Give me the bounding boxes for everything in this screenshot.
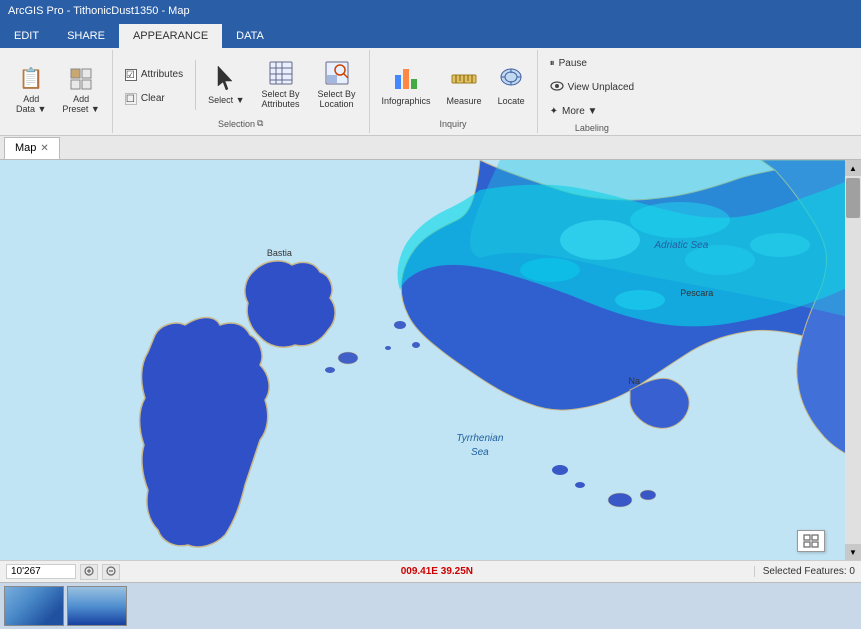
add-preset-label: AddPreset ▼ [62,94,99,114]
ribbon-panel: 📋 AddData ▼ AddPreset ▼ [0,48,861,136]
title-bar: ArcGIS Pro - TithonicDust1350 - Map [0,0,861,22]
more-button[interactable]: ✦ More ▼ [544,100,604,122]
select-icon [214,64,238,92]
map-svg [0,160,861,560]
selection-expander[interactable]: ⧉ [257,118,263,129]
attributes-label: Attributes [141,69,183,80]
status-selected-features: Selected Features: 0 [754,566,855,577]
measure-icon [451,65,477,93]
map-tab-close[interactable]: ✕ [40,143,48,154]
measure-label: Measure [447,96,482,106]
map-tab-bar: Map ✕ [0,136,861,160]
group-inquiry-content: Infographics Measure [376,52,531,118]
group-labeling-content: ⏸ Pause View Unplaced ✦ More ▼ [544,52,641,122]
map-tab[interactable]: Map ✕ [4,137,60,159]
group-layer-label [10,128,106,131]
add-data-label: AddData ▼ [16,94,46,114]
group-selection-label: Selection ⧉ [119,117,363,131]
expand-button[interactable] [797,530,825,552]
view-unplaced-icon [550,79,564,96]
view-unplaced-button[interactable]: View Unplaced [544,76,641,98]
ribbon-group-inquiry: Infographics Measure [370,50,538,133]
map-tab-label: Map [15,142,36,154]
group-inquiry-label: Inquiry [376,118,531,131]
select-button[interactable]: Select ▼ [202,55,250,115]
infographics-label: Infographics [382,96,431,106]
locate-icon [498,65,524,93]
thumbnail-strip [0,582,861,629]
ribbon-tabs: EDIT SHARE APPEARANCE DATA [0,22,861,48]
checkbox-attributes: ☑ [125,69,137,81]
measure-button[interactable]: Measure [441,55,488,115]
select-by-attributes-button[interactable]: Select ByAttributes [255,55,307,115]
scale-input[interactable] [6,564,76,579]
add-data-button[interactable]: 📋 AddData ▼ [10,60,52,120]
locate-button[interactable]: Locate [492,55,531,115]
select-label: Select ▼ [208,95,244,105]
clear-label: Clear [141,93,165,104]
group-layer-content: 📋 AddData ▼ AddPreset ▼ [10,52,106,128]
ribbon-group-selection: ☑ Attributes ☐ Clear Select ▼ [113,50,370,133]
add-preset-button[interactable]: AddPreset ▼ [56,60,105,120]
tab-share[interactable]: SHARE [53,24,119,48]
pause-button[interactable]: ⏸ Pause [544,52,593,74]
status-scale-group [6,564,120,580]
pause-label: Pause [559,58,587,69]
group-labeling-label: Labeling [544,122,641,135]
thumbnail-1[interactable] [4,586,64,626]
ribbon-group-layer: 📋 AddData ▼ AddPreset ▼ [4,50,113,133]
zoom-in-button[interactable] [80,564,98,580]
tab-appearance[interactable]: APPEARANCE [119,24,222,48]
select-by-location-icon [324,60,350,86]
tab-data[interactable]: DATA [222,24,278,48]
select-by-location-label: Select ByLocation [318,89,356,109]
attributes-button[interactable]: ☑ Attributes [119,64,189,86]
app-title: ArcGIS Pro - TithonicDust1350 - Map [8,5,190,17]
zoom-out-button[interactable] [102,564,120,580]
scroll-down-arrow[interactable]: ▼ [845,544,861,560]
status-bar: 009.41E 39.25N Selected Features: 0 [0,560,861,582]
separator-1 [195,60,196,110]
locate-label: Locate [498,96,525,106]
select-by-attributes-label: Select ByAttributes [262,89,300,109]
select-by-location-button[interactable]: Select ByLocation [311,55,363,115]
ribbon-group-labeling: ⏸ Pause View Unplaced ✦ More ▼ Labeling [538,50,647,133]
tab-edit[interactable]: EDIT [0,24,53,48]
add-preset-icon [69,67,93,91]
more-icon: ✦ [550,106,558,117]
status-coordinates: 009.41E 39.25N [128,566,746,577]
pause-icon: ⏸ [550,58,555,69]
more-label: More ▼ [562,106,597,117]
infographics-icon [393,65,419,93]
add-data-icon: 📋 [19,66,44,91]
checkbox-clear: ☐ [125,93,137,105]
thumbnail-2[interactable] [67,586,127,626]
group-selection-content: ☑ Attributes ☐ Clear Select ▼ [119,52,363,117]
map-area[interactable]: Bastia Pescara Na Adriatic Sea Tyrrhenia… [0,160,861,560]
scroll-thumb[interactable] [846,178,860,218]
view-unplaced-label: View Unplaced [568,82,635,93]
select-by-attributes-icon [268,60,294,86]
scroll-up-arrow[interactable]: ▲ [845,160,861,176]
clear-button[interactable]: ☐ Clear [119,88,189,110]
scroll-right[interactable]: ▲ ▼ [845,160,861,560]
infographics-button[interactable]: Infographics [376,55,437,115]
